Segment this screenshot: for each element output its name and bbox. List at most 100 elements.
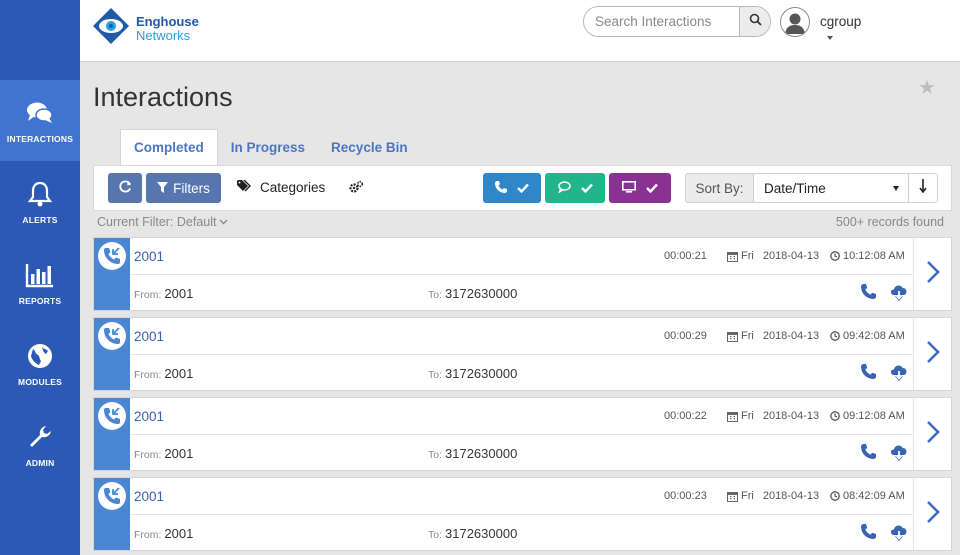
star-icon[interactable]: ★: [918, 75, 936, 100]
cloud-download-icon[interactable]: [889, 283, 909, 306]
interaction-extension[interactable]: 2001: [134, 489, 164, 504]
sidebar-item-admin[interactable]: ADMIN: [0, 404, 80, 485]
user-menu-caret-icon[interactable]: [827, 36, 833, 40]
call-completed-icon: [98, 402, 126, 430]
calendar-icon: [727, 251, 738, 262]
tab-in-progress[interactable]: In Progress: [218, 129, 318, 165]
bar-chart-icon: [25, 260, 55, 290]
interaction-card[interactable]: 2001 00:00:29 Fri 2018-04-13 09:42:08 AM…: [93, 317, 952, 391]
sidebar-item-alerts[interactable]: ALERTS: [0, 161, 80, 242]
card-divider: [130, 354, 913, 355]
play-call-phone-icon[interactable]: [861, 524, 876, 544]
categories-button[interactable]: Categories: [237, 179, 326, 195]
filters-button[interactable]: Filters: [146, 173, 221, 203]
page-title: Interactions: [93, 82, 233, 112]
cloud-download-icon[interactable]: [889, 363, 909, 386]
cloud-download-icon[interactable]: [889, 523, 909, 546]
brand-subname: Networks: [136, 27, 191, 43]
sidebar-item-label: ALERTS: [22, 214, 58, 225]
interaction-time-value: 08:42:09 AM: [843, 490, 905, 502]
card-divider: [130, 514, 913, 515]
to-label: To:: [428, 289, 443, 301]
refresh-icon: [118, 180, 132, 196]
sort-direction-button[interactable]: [908, 173, 938, 203]
play-call-phone-icon[interactable]: [861, 284, 876, 304]
from-value: 2001: [164, 286, 194, 301]
sort-select-value: Date/Time: [764, 180, 826, 196]
chat-filter-toggle[interactable]: [545, 173, 605, 203]
screen-filter-toggle[interactable]: [609, 173, 671, 203]
to-label: To:: [428, 449, 443, 461]
current-filter-dropdown[interactable]: Current Filter: Default: [97, 215, 228, 229]
interaction-duration: 00:00:23: [664, 490, 707, 502]
from-label: From:: [134, 289, 162, 301]
calendar-icon: [727, 331, 738, 342]
interaction-day: Fri: [741, 490, 754, 502]
chevron-right-icon: [926, 500, 940, 529]
interaction-day: Fri: [741, 250, 754, 262]
caret-down-icon: [893, 186, 899, 191]
brand-name: Enghouse: [136, 13, 199, 29]
interaction-card[interactable]: 2001 00:00:22 Fri 2018-04-13 09:12:08 AM…: [93, 397, 952, 471]
filters-label: Filters: [173, 180, 210, 196]
clock-icon: [830, 331, 840, 341]
interaction-extension[interactable]: 2001: [134, 249, 164, 264]
tab-completed[interactable]: Completed: [120, 129, 218, 165]
avatar[interactable]: [780, 7, 810, 37]
interaction-day: Fri: [741, 410, 754, 422]
arrow-down-icon: [919, 178, 927, 198]
sidebar-top: [0, 0, 80, 80]
interaction-time-value: 10:12:08 AM: [843, 250, 905, 262]
clock-icon: [830, 491, 840, 501]
interaction-time: 08:42:09 AM: [830, 490, 905, 502]
sidebar-item-label: ADMIN: [25, 457, 55, 468]
interaction-extension[interactable]: 2001: [134, 329, 164, 344]
sort-by-label: Sort By:: [685, 173, 754, 203]
open-details-button[interactable]: [913, 238, 951, 310]
call-completed-icon: [98, 482, 126, 510]
sidebar-item-reports[interactable]: REPORTS: [0, 242, 80, 323]
check-icon: [580, 181, 593, 196]
username[interactable]: cgroup: [820, 14, 861, 29]
open-details-button[interactable]: [913, 478, 951, 550]
phone-filter-toggle[interactable]: [483, 173, 541, 203]
chat-bubble-icon: [557, 180, 571, 196]
tab-recycle-bin[interactable]: Recycle Bin: [318, 129, 421, 165]
call-completed-icon: [98, 242, 126, 270]
brand-logo[interactable]: Enghouse Networks: [92, 7, 199, 50]
settings-gears-icon[interactable]: [348, 180, 364, 199]
wrench-icon: [25, 422, 55, 452]
chevron-down-icon: [219, 219, 228, 225]
chat-bubbles-icon: [25, 98, 55, 128]
call-type-stripe: [94, 238, 130, 310]
search-input[interactable]: [584, 7, 741, 36]
interaction-card[interactable]: 2001 00:00:21 Fri 2018-04-13 10:12:08 AM…: [93, 237, 952, 311]
interaction-card[interactable]: 2001 00:00:23 Fri 2018-04-13 08:42:09 AM…: [93, 477, 952, 551]
interaction-to: To: 3172630000: [428, 366, 517, 381]
current-filter-label: Current Filter: Default: [97, 215, 217, 229]
sort-select[interactable]: Date/Time: [753, 173, 909, 203]
search-button[interactable]: [739, 7, 770, 36]
categories-label: Categories: [260, 180, 326, 195]
interaction-date-value: 2018-04-13: [762, 250, 820, 262]
interaction-extension[interactable]: 2001: [134, 409, 164, 424]
play-call-phone-icon[interactable]: [861, 364, 876, 384]
play-call-phone-icon[interactable]: [861, 444, 876, 464]
refresh-button[interactable]: [108, 173, 142, 203]
open-details-button[interactable]: [913, 398, 951, 470]
interaction-time-value: 09:42:08 AM: [843, 330, 905, 342]
call-completed-icon: [98, 322, 126, 350]
sidebar-item-modules[interactable]: MODULES: [0, 323, 80, 404]
interaction-date-value: 2018-04-13: [762, 490, 820, 502]
sidebar-item-interactions[interactable]: INTERACTIONS: [0, 80, 80, 161]
interaction-from: From: 2001: [134, 366, 193, 381]
interaction-date-value: 2018-04-13: [762, 410, 820, 422]
cloud-download-icon[interactable]: [889, 443, 909, 466]
interaction-day: Fri: [741, 330, 754, 342]
open-details-button[interactable]: [913, 318, 951, 390]
sidebar-item-label: MODULES: [18, 376, 62, 387]
card-divider: [130, 274, 913, 275]
to-value: 3172630000: [445, 286, 518, 301]
interaction-to: To: 3172630000: [428, 446, 517, 461]
call-type-stripe: [94, 318, 130, 390]
